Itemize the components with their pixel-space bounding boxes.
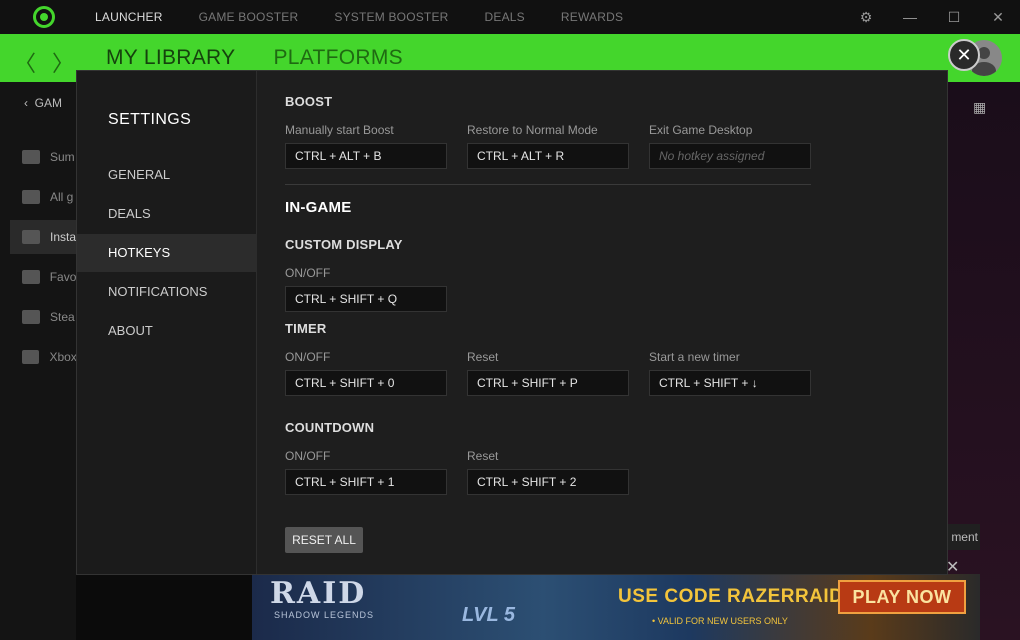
ad-play-button[interactable]: PLAY NOW [838,580,966,614]
ingame-heading: IN-GAME [285,199,352,216]
settings-title: SETTINGS [108,111,192,128]
settings-nav: SETTINGS GENERAL DEALS HOTKEYS NOTIFICAT… [77,71,257,574]
settings-nav-hotkeys[interactable]: HOTKEYS [77,234,257,272]
star-icon [22,270,40,284]
minimize-icon[interactable]: — [888,9,932,25]
tab-platforms[interactable]: PLATFORMS [273,46,403,70]
countdown-onoff-label: ON/OFF [285,449,331,463]
exit-desktop-hotkey[interactable]: No hotkey assigned [649,143,811,169]
exit-desktop-label: Exit Game Desktop [649,123,753,137]
restore-mode-label: Restore to Normal Mode [467,123,598,137]
sidebar-item[interactable]: Xbox [10,340,76,374]
razer-cortex-logo-icon [33,6,55,28]
settings-nav-deals[interactable]: DEALS [77,195,257,233]
timer-heading: TIMER [285,321,327,336]
reset-all-button[interactable]: RESET ALL [285,527,363,553]
countdown-heading: COUNTDOWN [285,420,375,435]
download-icon [22,230,40,244]
countdown-reset-hotkey[interactable]: CTRL + SHIFT + 2 [467,469,629,495]
timer-new-label: Start a new timer [649,350,740,364]
countdown-reset-label: Reset [467,449,499,463]
layers-icon [22,150,40,164]
timer-new-hotkey[interactable]: CTRL + SHIFT + ↓ [649,370,811,396]
grid-view-icon[interactable]: ▦ [973,99,986,116]
timer-reset-label: Reset [467,350,499,364]
custom-display-heading: CUSTOM DISPLAY [285,237,403,252]
sidebar-item[interactable]: Insta [10,220,76,254]
back-arrow-icon[interactable]: 〈 [14,46,36,78]
settings-nav-about[interactable]: ABOUT [77,312,257,350]
divider [285,184,811,185]
timer-reset-hotkey[interactable]: CTRL + SHIFT + P [467,370,629,396]
manual-boost-label: Manually start Boost [285,123,394,137]
ad-level: LVL 5 [462,604,515,626]
forward-arrow-icon[interactable]: 〉 [52,46,74,78]
window-controls: ⚙ — ☐ ✕ [844,0,1020,34]
sidebar-item[interactable]: Sum [10,140,76,174]
nav-launcher[interactable]: LAUNCHER [95,10,163,24]
settings-dialog: SETTINGS GENERAL DEALS HOTKEYS NOTIFICAT… [76,70,948,575]
sidebar-item[interactable]: All g [10,180,76,214]
ad-valid-note: • VALID FOR NEW USERS ONLY [652,616,788,626]
nav-rewards[interactable]: REWARDS [561,10,623,24]
top-nav: LAUNCHER GAME BOOSTER SYSTEM BOOSTER DEA… [95,10,659,24]
gear-icon[interactable]: ⚙ [844,9,888,26]
settings-nav-notifications[interactable]: NOTIFICATIONS [77,273,257,311]
tab-my-library[interactable]: MY LIBRARY [106,46,235,70]
boost-heading: BOOST [285,94,333,109]
ad-title: RAID [270,576,367,611]
nav-game-booster[interactable]: GAME BOOSTER [199,10,299,24]
sidebar-item[interactable]: Favo [10,260,76,294]
custom-display-onoff-label: ON/OFF [285,266,331,280]
ad-code: USE CODE RAZERRAID22 [618,586,866,607]
library-sidebar: ‹ GAM Sum All g Insta Favo Stea Xbox [0,82,76,640]
nav-deals[interactable]: DEALS [485,10,525,24]
sidebar-back[interactable]: ‹ GAM [24,96,62,110]
settings-nav-general[interactable]: GENERAL [77,156,257,194]
ad-subtitle: SHADOW LEGENDS [274,610,375,620]
close-window-icon[interactable]: ✕ [976,9,1020,26]
grid-icon [22,190,40,204]
restore-mode-hotkey[interactable]: CTRL + ALT + R [467,143,629,169]
timer-onoff-hotkey[interactable]: CTRL + SHIFT + 0 [285,370,447,396]
countdown-onoff-hotkey[interactable]: CTRL + SHIFT + 1 [285,469,447,495]
close-settings-icon[interactable]: ✕ [948,39,980,71]
steam-icon [22,310,40,324]
title-bar: LAUNCHER GAME BOOSTER SYSTEM BOOSTER DEA… [0,0,1020,34]
maximize-icon[interactable]: ☐ [932,9,976,26]
timer-onoff-label: ON/OFF [285,350,331,364]
manual-boost-hotkey[interactable]: CTRL + ALT + B [285,143,447,169]
xbox-icon [22,350,40,364]
nav-system-booster[interactable]: SYSTEM BOOSTER [334,10,448,24]
ad-banner[interactable]: RAID SHADOW LEGENDS LVL 5 USE CODE RAZER… [252,574,980,640]
custom-display-onoff-hotkey[interactable]: CTRL + SHIFT + Q [285,286,447,312]
hotkeys-panel: BOOST Manually start Boost CTRL + ALT + … [285,71,925,574]
sidebar-item[interactable]: Stea [10,300,76,334]
background-label: ment [946,524,980,550]
